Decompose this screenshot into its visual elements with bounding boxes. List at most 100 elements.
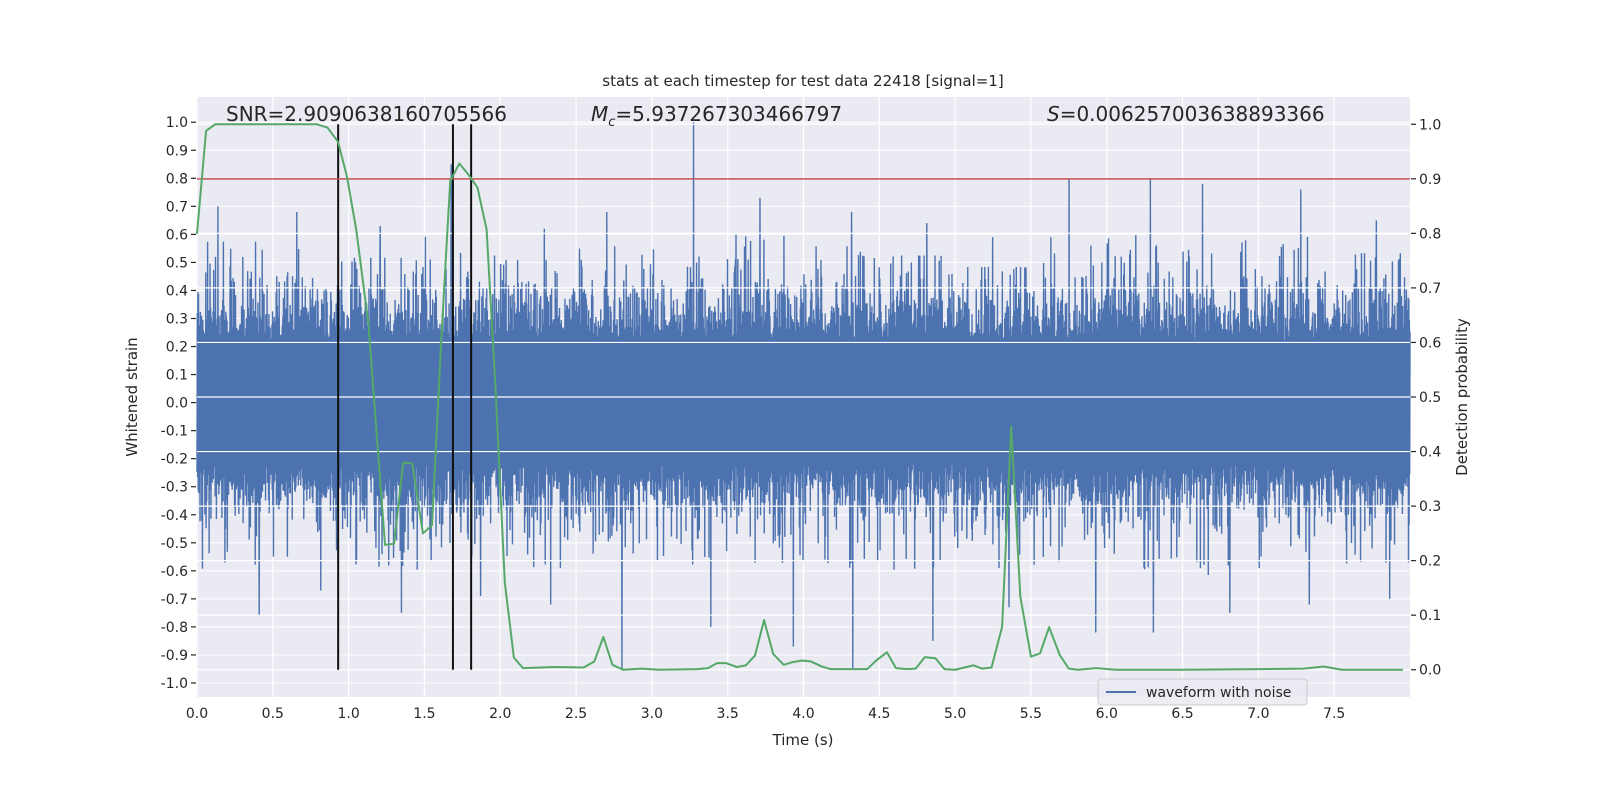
probability-point (735, 666, 738, 668)
left-y-tick-label: 0.9 (166, 143, 188, 159)
legend-waveform-label: waveform with noise (1146, 685, 1291, 701)
chart: 0.0 0.5 1.0 1.5 2.0 2.5 3.0 3.5 4.0 4.5 5.0 5.5 6.0 6… (123, 72, 1471, 749)
right-y-tick-label: 0.3 (1419, 499, 1441, 515)
x-tick-label: 5.5 (1020, 706, 1042, 722)
left-y-tick-label: 0.8 (166, 171, 188, 187)
probability-point (725, 662, 727, 664)
x-tick-label: 7.0 (1247, 706, 1269, 722)
probability-point (1019, 595, 1022, 598)
probability-point (972, 664, 975, 667)
probability-point (346, 176, 348, 178)
right-y-tick-label: 0.9 (1419, 172, 1441, 188)
x-ticks: 0.0 0.5 1.0 1.5 2.0 2.5 3.0 3.5 4.0 4.5 5.0 5.5 6.0 6… (186, 706, 1345, 722)
left-y-tick-label: -0.3 (161, 480, 188, 496)
probability-point (1401, 668, 1404, 671)
probability-point (934, 657, 937, 660)
probability-point (905, 668, 908, 670)
legend: waveform with noise (1097, 678, 1308, 706)
probability-point (611, 664, 614, 666)
probability-point (810, 660, 812, 663)
probability-point (1181, 668, 1184, 671)
probability-point (1068, 667, 1070, 670)
left-y-tick-label: 0.6 (166, 227, 188, 243)
probability-point (792, 661, 794, 663)
probability-point (485, 228, 488, 231)
probability-point (196, 232, 198, 235)
probability-point (1303, 667, 1305, 670)
right-y-ticks: 1.0 0.9 0.8 0.7 0.6 0.5 0.4 0.3 0.2 0.1 0.0 (1411, 117, 1441, 679)
probability-point (367, 322, 370, 324)
chirp-mass-annotation: Mc=5.937267303466797 (591, 102, 842, 130)
chart-title: stats at each timestep for test data 224… (602, 72, 1003, 90)
probability-point (782, 664, 785, 666)
mc-value: =5.937267303466797 (615, 102, 842, 126)
probability-point (393, 542, 395, 545)
probability-point (990, 666, 993, 669)
probability-point (602, 636, 605, 638)
probability-point (1030, 655, 1032, 658)
probability-point (745, 664, 747, 667)
probability-point (355, 228, 358, 231)
probability-point (411, 462, 414, 465)
probability-point (402, 461, 405, 464)
mc-subscript: c (608, 115, 615, 130)
probability-point (658, 668, 661, 671)
probability-point (1010, 425, 1013, 428)
left-y-tick-label: -0.1 (161, 424, 188, 440)
x-tick-label: 2.5 (565, 706, 587, 722)
x-axis-label: Time (s) (772, 731, 834, 749)
left-y-tick-label: -0.8 (161, 620, 188, 636)
probability-point (384, 544, 386, 546)
probability-point (467, 173, 470, 176)
probability-point (943, 668, 946, 670)
left-y-tick-label: 0.0 (166, 396, 188, 412)
left-y-tick-label: -0.4 (161, 508, 188, 524)
probability-point (886, 651, 888, 654)
probability-point (622, 668, 624, 671)
snr-annotation: SNR=2.9090638160705566 (226, 102, 507, 126)
probability-point (440, 341, 442, 344)
left-y-tick-label: 0.2 (166, 340, 188, 356)
probability-point (763, 619, 765, 621)
x-tick-label: 3.5 (717, 706, 739, 722)
s-symbol: S (1047, 102, 1060, 126)
x-tick-label: 6.0 (1096, 706, 1118, 722)
x-tick-label: 0.0 (186, 706, 208, 722)
probability-point (554, 666, 556, 668)
s-value: =0.006257003638893366 (1060, 102, 1325, 126)
probability-point (214, 123, 216, 126)
probability-point (895, 667, 897, 669)
probability-point (1095, 667, 1097, 669)
probability-point (914, 667, 917, 670)
probability-point (326, 126, 329, 129)
probability-point (696, 668, 699, 670)
probability-point (820, 665, 823, 668)
probability-point (513, 656, 515, 659)
x-tick-label: 6.5 (1171, 706, 1193, 722)
probability-point (1058, 654, 1061, 656)
probability-point (1039, 652, 1041, 655)
probability-point (716, 662, 718, 664)
right-y-tick-label: 0.2 (1419, 554, 1441, 570)
probability-point (954, 668, 956, 671)
left-y-tick-label: 0.7 (166, 199, 188, 215)
right-y-tick-label: 1.0 (1419, 117, 1441, 133)
x-tick-label: 3.0 (641, 706, 663, 722)
probability-point (1001, 625, 1003, 628)
left-y-tick-label: 0.4 (166, 283, 188, 299)
left-y-tick-label: 0.1 (166, 368, 188, 384)
probability-point (1115, 668, 1117, 671)
probability-point (1077, 668, 1079, 671)
probability-point (458, 162, 461, 165)
probability-point (1048, 626, 1050, 628)
probability-point (337, 140, 339, 143)
probability-point (422, 532, 424, 535)
right-y-tick-label: 0.5 (1419, 390, 1441, 406)
probability-point (981, 667, 984, 670)
left-y-tick-label: -0.7 (161, 592, 188, 608)
probability-point (754, 654, 756, 657)
right-y-tick-label: 0.4 (1419, 445, 1441, 461)
right-y-tick-label: 0.1 (1419, 608, 1441, 624)
x-tick-label: 2.0 (489, 706, 511, 722)
probability-point (924, 656, 926, 658)
